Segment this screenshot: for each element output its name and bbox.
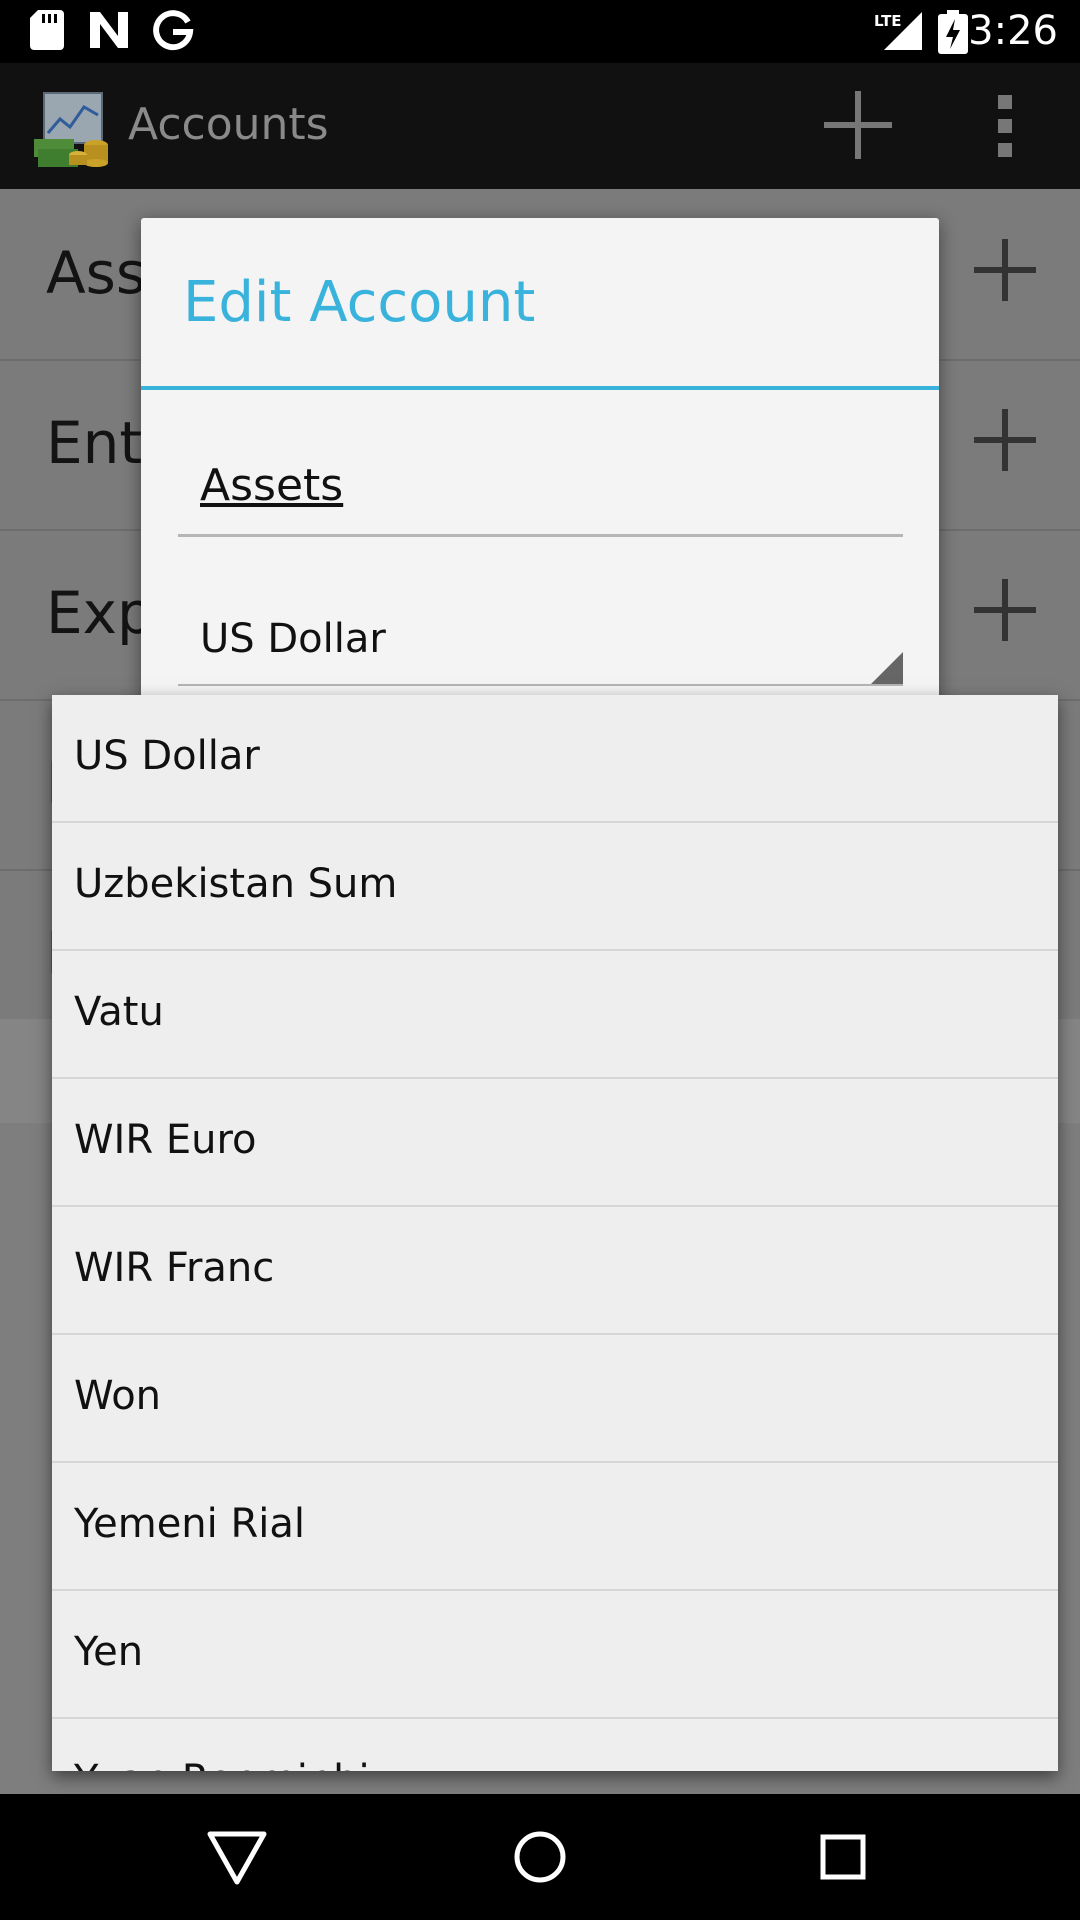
back-icon[interactable] (202, 1822, 272, 1892)
svg-text:LTE: LTE (874, 12, 902, 30)
dropdown-arrow-icon (871, 652, 903, 684)
dropdown-option[interactable]: Yen (52, 1591, 1058, 1719)
dropdown-option[interactable]: WIR Franc (52, 1207, 1058, 1335)
account-label: Ass (46, 239, 147, 307)
account-name-value: Assets (200, 460, 344, 511)
currency-select[interactable]: US Dollar (178, 608, 903, 686)
currency-selected-value: US Dollar (200, 616, 386, 662)
battery-charging-icon (938, 10, 968, 54)
recents-icon[interactable] (808, 1822, 878, 1892)
currency-dropdown: US Dollar Uzbekistan Sum Vatu WIR Euro W… (52, 695, 1058, 1771)
app-logo-icon (34, 92, 108, 167)
option-label: Vatu (74, 989, 164, 1035)
add-icon[interactable] (972, 577, 1038, 643)
option-label: Yemeni Rial (74, 1501, 306, 1547)
account-name-field[interactable]: Assets (178, 448, 903, 537)
dropdown-option[interactable]: Vatu (52, 951, 1058, 1079)
dropdown-option[interactable]: Won (52, 1335, 1058, 1463)
overflow-menu-icon[interactable] (985, 93, 1025, 159)
account-label: Exp (46, 579, 154, 647)
dropdown-option[interactable]: WIR Euro (52, 1079, 1058, 1207)
page-title: Accounts (128, 99, 329, 150)
dialog-title: Edit Account (183, 270, 536, 335)
dialog-divider (141, 386, 939, 390)
sd-card-icon (30, 10, 64, 50)
add-icon[interactable] (972, 237, 1038, 303)
option-label: Uzbekistan Sum (74, 861, 398, 907)
option-label: Yuan Renminbi (74, 1757, 370, 1771)
navigation-bar (0, 1794, 1080, 1920)
dropdown-option[interactable]: Yemeni Rial (52, 1463, 1058, 1591)
edit-account-dialog: Edit Account Assets US Dollar (141, 218, 939, 738)
action-bar: Accounts (0, 63, 1080, 189)
option-label: WIR Euro (74, 1117, 257, 1163)
n-notification-icon (90, 12, 128, 48)
dropdown-option[interactable]: Yuan Renminbi (52, 1719, 1058, 1771)
option-label: WIR Franc (74, 1245, 275, 1291)
dropdown-option[interactable]: US Dollar (52, 695, 1058, 823)
lte-signal-icon: LTE (874, 12, 922, 50)
option-label: Yen (74, 1629, 144, 1675)
home-icon[interactable] (505, 1822, 575, 1892)
add-icon[interactable] (818, 85, 898, 165)
google-icon (153, 10, 194, 51)
dropdown-option[interactable]: Uzbekistan Sum (52, 823, 1058, 951)
option-label: US Dollar (74, 733, 260, 779)
option-label: Won (74, 1373, 162, 1419)
add-icon[interactable] (972, 407, 1038, 473)
status-bar: LTE 3:26 (0, 0, 1080, 63)
clock: 3:26 (968, 8, 1058, 54)
